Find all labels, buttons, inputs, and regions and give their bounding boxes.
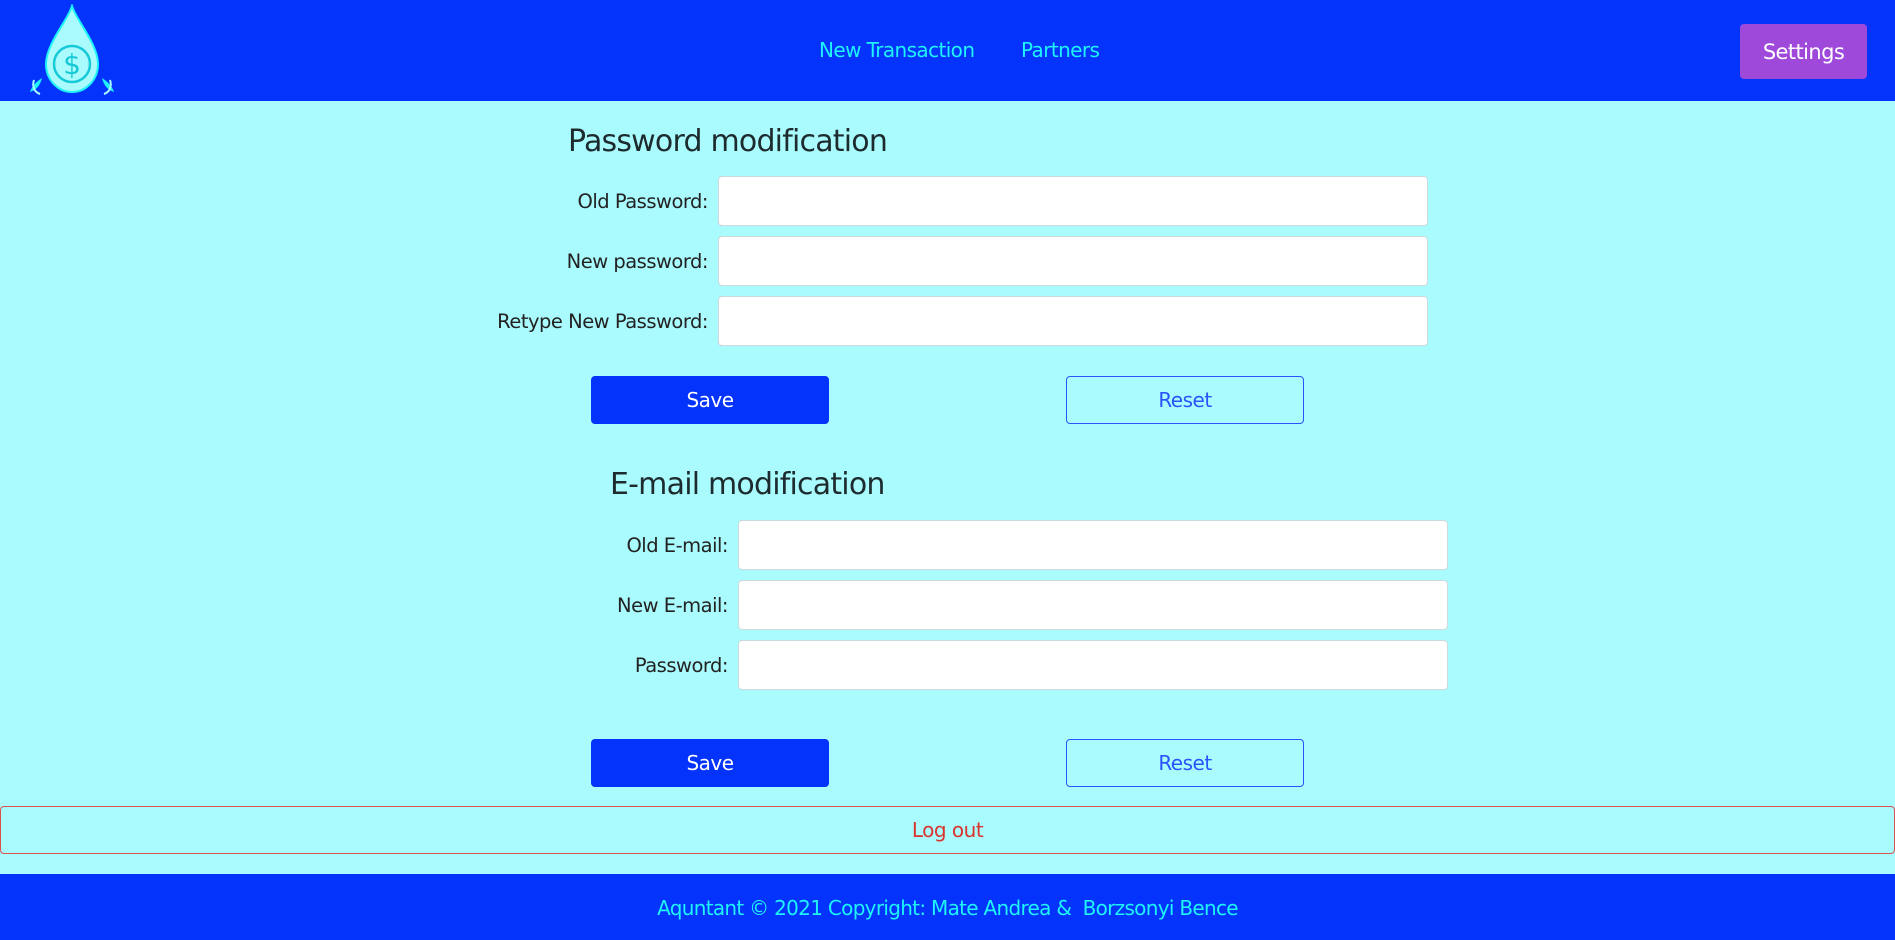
retype-password-input[interactable]: [718, 296, 1428, 346]
email-password-input[interactable]: [738, 640, 1448, 690]
password-reset-button[interactable]: Reset: [1066, 376, 1304, 424]
password-save-button[interactable]: Save: [591, 376, 829, 424]
old-email-input[interactable]: [738, 520, 1448, 570]
retype-password-label: Retype New Password:: [497, 310, 708, 333]
new-password-label: New password:: [566, 250, 709, 273]
old-password-input[interactable]: [718, 176, 1428, 226]
old-password-label: Old Password:: [577, 190, 709, 213]
settings-button[interactable]: Settings: [1740, 24, 1867, 79]
email-save-button[interactable]: Save: [591, 739, 829, 787]
footer-copyright: Aquntant © 2021 Copyright: Mate Andrea &…: [657, 896, 1238, 920]
new-email-input[interactable]: [738, 580, 1448, 630]
nav-new-transaction[interactable]: New Transaction: [819, 38, 975, 62]
top-navbar: $ New Transaction Partners Settings: [0, 0, 1895, 101]
new-email-label: New E-mail:: [617, 594, 728, 617]
footer: Aquntant © 2021 Copyright: Mate Andrea &…: [0, 874, 1895, 940]
email-section-title: E-mail modification: [610, 467, 885, 502]
svg-text:$: $: [63, 48, 81, 81]
new-password-input[interactable]: [718, 236, 1428, 286]
email-password-label: Password:: [634, 654, 729, 677]
password-section-title: Password modification: [568, 124, 888, 159]
email-reset-button[interactable]: Reset: [1066, 739, 1304, 787]
old-email-label: Old E-mail:: [626, 534, 728, 557]
logout-button[interactable]: Log out: [0, 806, 1895, 854]
water-drop-dollar-icon[interactable]: $: [28, 2, 116, 98]
nav-partners[interactable]: Partners: [1021, 38, 1100, 62]
